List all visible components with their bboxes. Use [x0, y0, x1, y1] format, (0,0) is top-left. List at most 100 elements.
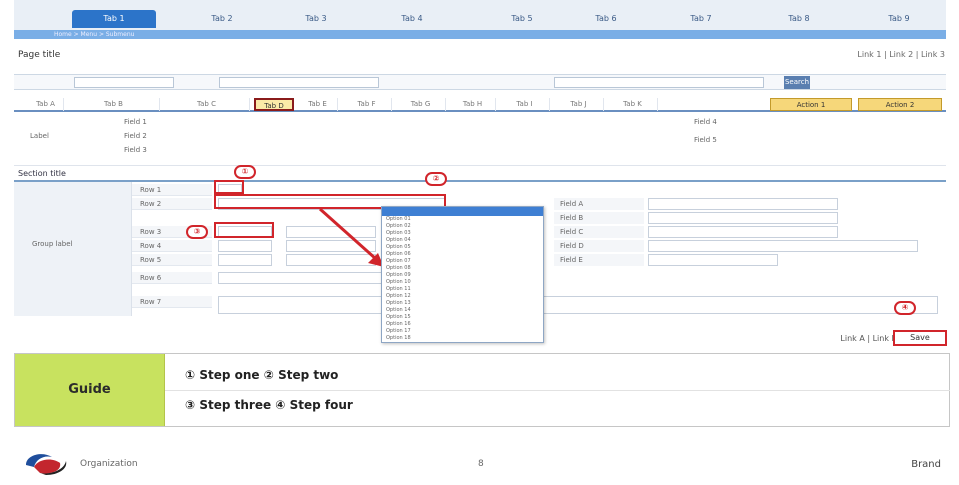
save-button[interactable]: Save: [893, 330, 947, 346]
subtab-8[interactable]: Tab H: [450, 98, 496, 111]
right-label-1: Field A: [554, 198, 644, 210]
subtab-action-button-2[interactable]: Action 2: [858, 98, 942, 111]
guide-step-line-2: ③ Step three ④ Step four: [185, 398, 353, 412]
right-label-3: Field C: [554, 226, 644, 238]
organization-name: Organization: [80, 459, 138, 469]
row-label-5: Row 5: [132, 254, 212, 266]
date-input-2[interactable]: [218, 240, 272, 252]
dropdown-option[interactable]: Option 07: [382, 258, 543, 265]
dropdown-option[interactable]: Option 09: [382, 272, 543, 279]
dropdown-option[interactable]: Option 16: [382, 321, 543, 328]
right-input-5[interactable]: [648, 254, 778, 266]
info-field-2: Field 2: [124, 132, 147, 140]
arrow-pointer-icon: [319, 207, 384, 267]
dropdown-option[interactable]: Option 04: [382, 237, 543, 244]
nav-tab-5[interactable]: Tab 5: [504, 10, 540, 28]
dropdown-option[interactable]: Option 03: [382, 230, 543, 237]
step-marker-1: ①: [234, 165, 256, 179]
guide-divider: [165, 390, 950, 391]
page-links[interactable]: Link 1 | Link 2 | Link 3: [857, 50, 945, 59]
dropdown-option[interactable]: Option 17: [382, 328, 543, 335]
nav-tab-2[interactable]: Tab 2: [194, 10, 250, 28]
guide-box: Guide ① Step one ② Step two ③ Step three…: [14, 353, 950, 427]
search-button[interactable]: Search: [784, 76, 810, 89]
subtab-4-active[interactable]: Tab D: [254, 98, 294, 111]
row-label-4: Row 4: [132, 240, 212, 252]
subtab-10[interactable]: Tab J: [554, 98, 604, 111]
dropdown-option[interactable]: Option 06: [382, 251, 543, 258]
nav-tab-8[interactable]: Tab 8: [756, 10, 842, 28]
subtab-3[interactable]: Tab C: [164, 98, 250, 111]
row-label-2: Row 2: [132, 198, 212, 210]
page-number: 8: [478, 459, 484, 469]
section-title: Section title: [18, 169, 66, 178]
right-input-1[interactable]: [648, 198, 838, 210]
step-marker-2: ②: [425, 172, 447, 186]
info-field-5: Field 5: [694, 136, 717, 144]
nav-tab-4[interactable]: Tab 4: [364, 10, 460, 28]
right-input-3[interactable]: [648, 226, 838, 238]
right-input-2[interactable]: [648, 212, 838, 224]
step-marker-4: ④: [894, 301, 916, 315]
nav-tab-6[interactable]: Tab 6: [574, 10, 638, 28]
dropdown-options: Option 01 Option 02 Option 03 Option 04 Opti…: [382, 216, 543, 342]
subtab-11[interactable]: Tab K: [608, 98, 658, 111]
nav-tab-9[interactable]: Tab 9: [860, 10, 938, 28]
date-input-3[interactable]: [218, 254, 272, 266]
dropdown-option[interactable]: Option 10: [382, 279, 543, 286]
dropdown-option[interactable]: Option 15: [382, 314, 543, 321]
subtab-5[interactable]: Tab E: [298, 98, 338, 111]
info-label: Label: [30, 132, 49, 140]
right-label-2: Field B: [554, 212, 644, 224]
dropdown-option[interactable]: Option 12: [382, 293, 543, 300]
footer-links[interactable]: Link A | Link B: [840, 334, 897, 343]
row-label-1: Row 1: [132, 184, 212, 196]
dropdown-option[interactable]: Option 18: [382, 335, 543, 342]
subtab-6[interactable]: Tab F: [342, 98, 392, 111]
form-group-label-column: Group label: [14, 182, 132, 316]
dropdown-option[interactable]: Option 01: [382, 216, 543, 223]
search-select[interactable]: [219, 77, 379, 88]
guide-badge: Guide: [15, 354, 165, 426]
breadcrumb-bar: Home > Menu > Submenu: [14, 30, 946, 39]
nav-tab-7[interactable]: Tab 7: [666, 10, 736, 28]
subtab-2[interactable]: Tab B: [68, 98, 160, 111]
brand-name: Brand: [911, 459, 941, 470]
row-label-6: Row 6: [132, 272, 212, 284]
dropdown-option[interactable]: Option 11: [382, 286, 543, 293]
subtab-7[interactable]: Tab G: [396, 98, 446, 111]
right-label-4: Field D: [554, 240, 644, 252]
search-field-1[interactable]: [74, 77, 174, 88]
search-input[interactable]: [554, 77, 764, 88]
page-title: Page title: [18, 50, 61, 60]
info-field-1: Field 1: [124, 118, 147, 126]
dropdown-option[interactable]: Option 14: [382, 307, 543, 314]
nav-tab-3[interactable]: Tab 3: [282, 10, 350, 28]
subtab-9[interactable]: Tab I: [500, 98, 550, 111]
dropdown-option[interactable]: Option 13: [382, 300, 543, 307]
nav-tab-1[interactable]: Tab 1: [72, 10, 156, 28]
government-logo-icon: [26, 454, 67, 475]
right-input-4[interactable]: [648, 240, 918, 252]
dropdown-selected[interactable]: [382, 207, 543, 216]
dropdown-option[interactable]: Option 08: [382, 265, 543, 272]
right-label-5: Field E: [554, 254, 644, 266]
highlight-count-input: [214, 180, 244, 194]
subtab-1[interactable]: Tab A: [28, 98, 64, 111]
step-marker-3: ③: [186, 225, 208, 239]
guide-step-line-1: ① Step one ② Step two: [185, 368, 339, 382]
memo-textarea[interactable]: [218, 296, 938, 314]
info-field-3: Field 3: [124, 146, 147, 154]
sub-tabs: Tab A Tab B Tab C Tab D Tab E Tab F Tab …: [14, 98, 946, 112]
category-dropdown-list[interactable]: Option 01 Option 02 Option 03 Option 04 Opti…: [381, 206, 544, 343]
breadcrumb: Home > Menu > Submenu: [54, 31, 135, 38]
info-panel: Label Field 1 Field 2 Field 3 Field 4 Fi…: [14, 114, 946, 166]
info-field-4: Field 4: [694, 118, 717, 126]
slide-footer: Organization 8 Brand: [0, 440, 959, 485]
search-row: Search: [14, 74, 946, 90]
row-label-7: Row 7: [132, 296, 212, 308]
subtab-action-button-1[interactable]: Action 1: [770, 98, 852, 111]
dropdown-option[interactable]: Option 02: [382, 223, 543, 230]
highlight-install-date: [214, 222, 274, 238]
dropdown-option[interactable]: Option 05: [382, 244, 543, 251]
